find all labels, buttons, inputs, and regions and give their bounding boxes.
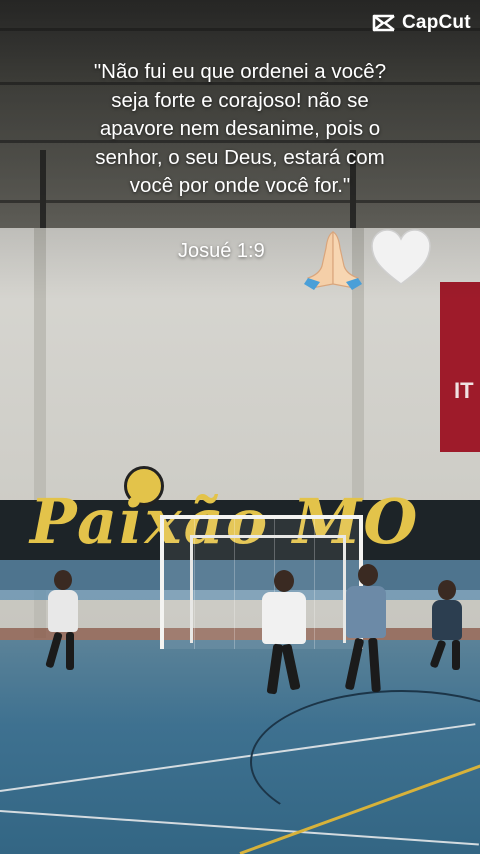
bible-quote: "Não fui eu que ordenei a você? seja for… (40, 58, 440, 201)
quote-line: senhor, o seu Deus, estará com (95, 145, 385, 169)
capcut-brand: CapCut (402, 12, 471, 33)
white-heart-icon (371, 229, 431, 285)
wall-banner: IT (440, 282, 480, 452)
praying-hands-icon (304, 231, 362, 290)
quote-line: "Não fui eu que ordenei a você? (93, 60, 387, 83)
quote-reference: Josué 1:9 (178, 240, 265, 262)
quote-line: seja forte e corajoso! não se (111, 88, 369, 112)
capcut-logo-icon (372, 14, 395, 32)
quote-line: apavore nem desanime, pois o (99, 117, 381, 140)
quote-line: você por onde você for." (129, 174, 351, 197)
capcut-watermark: CapCut (372, 12, 471, 34)
video-frame: IT Paixão MO "Não fui eu que ordenei a v… (0, 0, 480, 854)
